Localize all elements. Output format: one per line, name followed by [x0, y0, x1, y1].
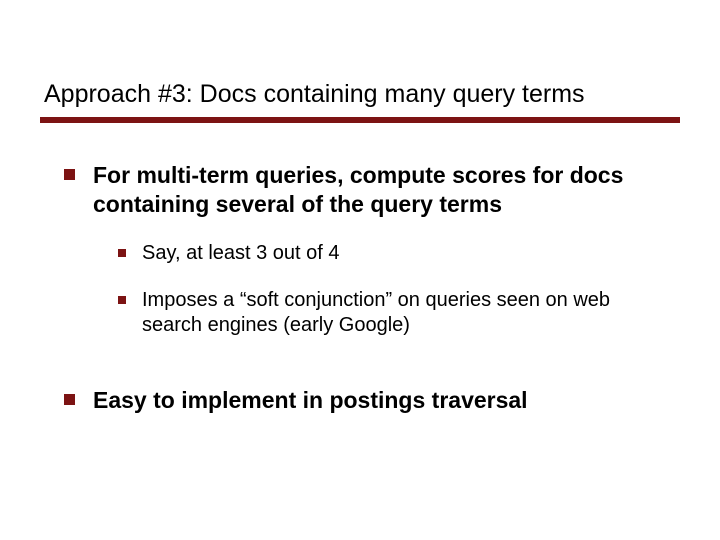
square-bullet-icon — [64, 394, 75, 405]
bullet-text: For multi-term queries, compute scores f… — [93, 161, 656, 219]
square-bullet-icon — [118, 249, 126, 257]
slide: Approach #3: Docs containing many query … — [0, 0, 720, 540]
bullet-text: Easy to implement in postings traversal — [93, 386, 528, 415]
square-bullet-icon — [118, 296, 126, 304]
bullet-item: Easy to implement in postings traversal — [64, 386, 656, 415]
sub-bullet-text: Say, at least 3 out of 4 — [142, 241, 340, 266]
square-bullet-icon — [64, 169, 75, 180]
bullet-item: For multi-term queries, compute scores f… — [64, 161, 656, 219]
sub-bullet-item: Say, at least 3 out of 4 — [118, 241, 656, 266]
sub-bullet-item: Imposes a “soft conjunction” on queries … — [118, 288, 656, 338]
slide-title: Approach #3: Docs containing many query … — [0, 0, 720, 117]
slide-body: For multi-term queries, compute scores f… — [0, 123, 720, 414]
sub-bullet-text: Imposes a “soft conjunction” on queries … — [142, 288, 656, 338]
